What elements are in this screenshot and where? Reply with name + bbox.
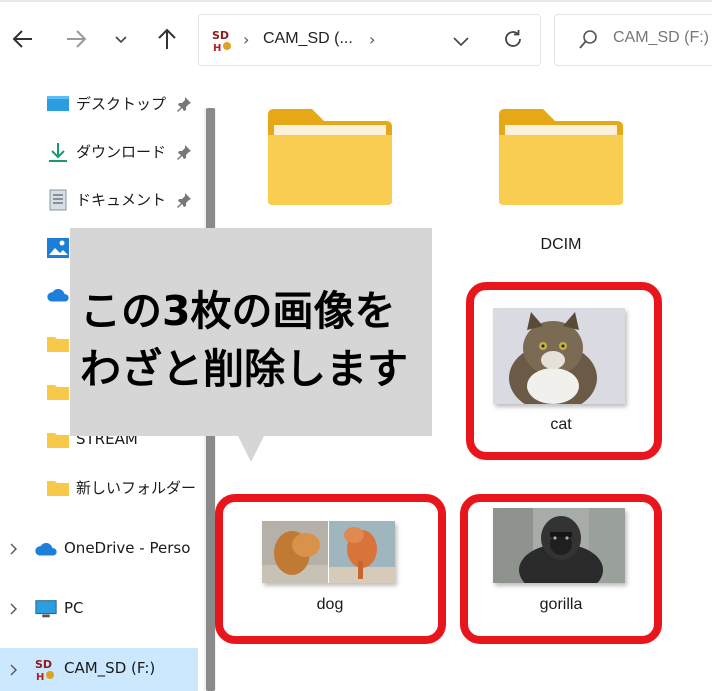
callout-line: この3枚の画像を [80,287,396,335]
sidebar-item-label: ドキュメント [76,191,167,209]
image-thumbnail-gorilla[interactable] [493,508,625,583]
arrow-up-icon [158,28,176,49]
pc-icon [34,598,58,620]
file-label: DCIM [540,236,582,253]
chevron-down-icon [115,36,127,44]
refresh-icon[interactable] [501,27,525,51]
sidebar-item-label: PC [64,599,84,617]
sd-card-icon: SD H [34,657,58,683]
chevron-down-icon[interactable] [451,31,471,51]
recent-locations-button[interactable] [106,24,136,54]
pictures-icon [46,237,70,259]
address-bar[interactable]: SD H › CAM_SD (... › [198,14,541,66]
sidebar-item-label: 新しいフォルダー [76,479,197,497]
document-icon [46,189,70,211]
file-label: dog [316,596,344,613]
sidebar-item-label: OneDrive - Perso [64,539,191,557]
desktop-icon [46,93,70,115]
navigation-bar: SD H › CAM_SD (... › [0,0,712,80]
image-thumbnail-cat[interactable] [493,308,625,404]
sidebar-item-desktop[interactable]: デスクトップ [0,86,200,122]
sidebar-item-label: CAM_SD (F:) [64,659,156,677]
folder-icon [46,429,70,451]
up-button[interactable] [152,24,182,54]
sidebar-item-label: ダウンロード [76,143,167,161]
search-box[interactable] [554,14,712,66]
pin-icon[interactable] [176,144,192,160]
search-icon [579,30,597,49]
onedrive-icon [46,285,70,307]
arrow-right-icon [67,30,87,48]
svg-text:H: H [213,43,221,54]
svg-text:SD: SD [35,658,52,671]
svg-text:SD: SD [212,29,229,42]
sidebar-item-new-folder[interactable]: 新しいフォルダー [0,470,200,506]
sidebar-item-label: デスクトップ [76,95,167,113]
folder-icon [499,109,623,205]
sidebar-item-downloads[interactable]: ダウンロード [0,134,200,170]
folder-item-dcim[interactable] [497,107,625,207]
folder-icon [46,477,70,499]
chevron-right-icon[interactable] [8,603,18,615]
chevron-right-icon[interactable] [8,664,18,676]
callout-text: この3枚の画像を わざと削除します [80,282,430,398]
sd-card-icon: SD H [212,29,231,54]
folder-icon [46,333,70,355]
folder-icon [46,381,70,403]
sidebar-item-pc[interactable]: PC [0,591,200,627]
forward-button[interactable] [61,24,91,54]
chevron-right-icon[interactable] [8,543,18,555]
breadcrumb-separator[interactable]: › [369,30,375,49]
breadcrumb-separator: › [243,30,250,49]
back-button[interactable] [8,24,38,54]
callout-line: わざと削除します [80,345,408,393]
search-input[interactable] [613,29,712,47]
sidebar-item-onedrive[interactable]: OneDrive - Perso [0,531,200,567]
svg-text:H: H [36,672,44,683]
file-label: cat [550,416,572,433]
folder-icon [268,109,392,205]
top-border [0,0,712,2]
breadcrumb-drive[interactable]: CAM_SD (... [263,30,353,48]
pin-icon[interactable] [176,192,192,208]
download-icon [46,141,70,163]
sidebar-item-cam-sd[interactable]: SD H CAM_SD (F:) [0,648,198,691]
folder-item[interactable] [266,107,394,207]
sidebar-item-documents[interactable]: ドキュメント [0,182,200,218]
callout-tail [238,436,264,462]
file-label: gorilla [539,596,583,613]
image-thumbnail-dog[interactable] [262,521,395,583]
arrow-left-icon [12,30,32,48]
pin-icon[interactable] [176,96,192,112]
onedrive-icon [34,539,58,561]
